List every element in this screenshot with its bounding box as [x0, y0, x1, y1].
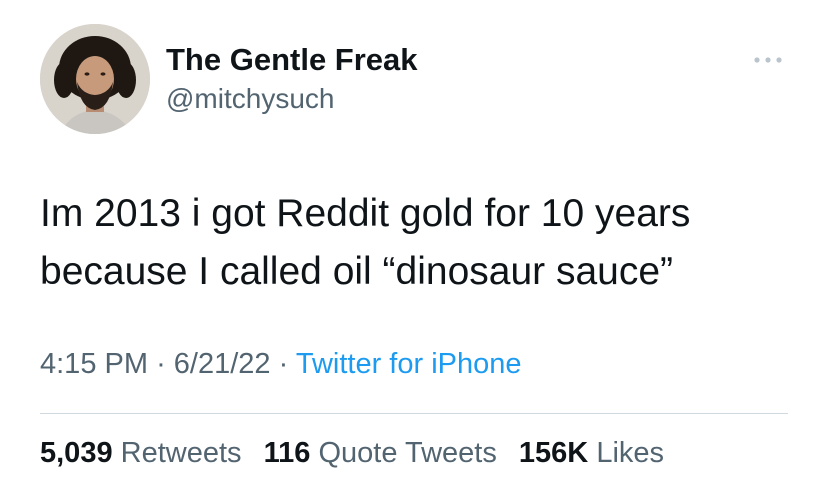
- retweets-label: Retweets: [120, 437, 242, 469]
- tweet-card: The Gentle Freak @mitchysuch Im 2013 i g…: [0, 0, 828, 500]
- quote-tweets-stat[interactable]: 116 Quote Tweets: [264, 437, 497, 469]
- author-display-name[interactable]: The Gentle Freak: [166, 42, 418, 78]
- likes-count: 156K: [518, 437, 589, 469]
- retweets-count: 5,039: [40, 437, 113, 469]
- divider: [40, 413, 788, 414]
- more-options-button[interactable]: [748, 50, 788, 70]
- quote-tweets-count: 116: [263, 437, 311, 469]
- meta-separator: ·: [278, 348, 289, 380]
- tweet-text: Im 2013 i got Reddit gold for 10 years b…: [40, 192, 691, 293]
- more-horizontal-icon: [754, 57, 782, 63]
- tweet-metadata: 4:15 PM · 6/21/22 · Twitter for iPhone: [40, 348, 522, 381]
- engagement-stats: 5,039 Retweets 116 Quote Tweets 156K Lik…: [40, 437, 678, 470]
- avatar[interactable]: [40, 24, 150, 134]
- likes-label: Likes: [596, 437, 665, 469]
- author-handle[interactable]: @mitchysuch: [166, 83, 334, 115]
- retweets-stat[interactable]: 5,039 Retweets: [40, 437, 242, 469]
- tweet-date[interactable]: 6/21/22: [174, 348, 271, 380]
- quote-tweets-label: Quote Tweets: [318, 437, 497, 469]
- tweet-source-link[interactable]: Twitter for iPhone: [296, 348, 522, 380]
- tweet-time[interactable]: 4:15 PM: [40, 348, 148, 380]
- likes-stat[interactable]: 156K Likes: [519, 437, 664, 469]
- avatar-photo: [40, 24, 150, 134]
- meta-separator: ·: [156, 348, 166, 380]
